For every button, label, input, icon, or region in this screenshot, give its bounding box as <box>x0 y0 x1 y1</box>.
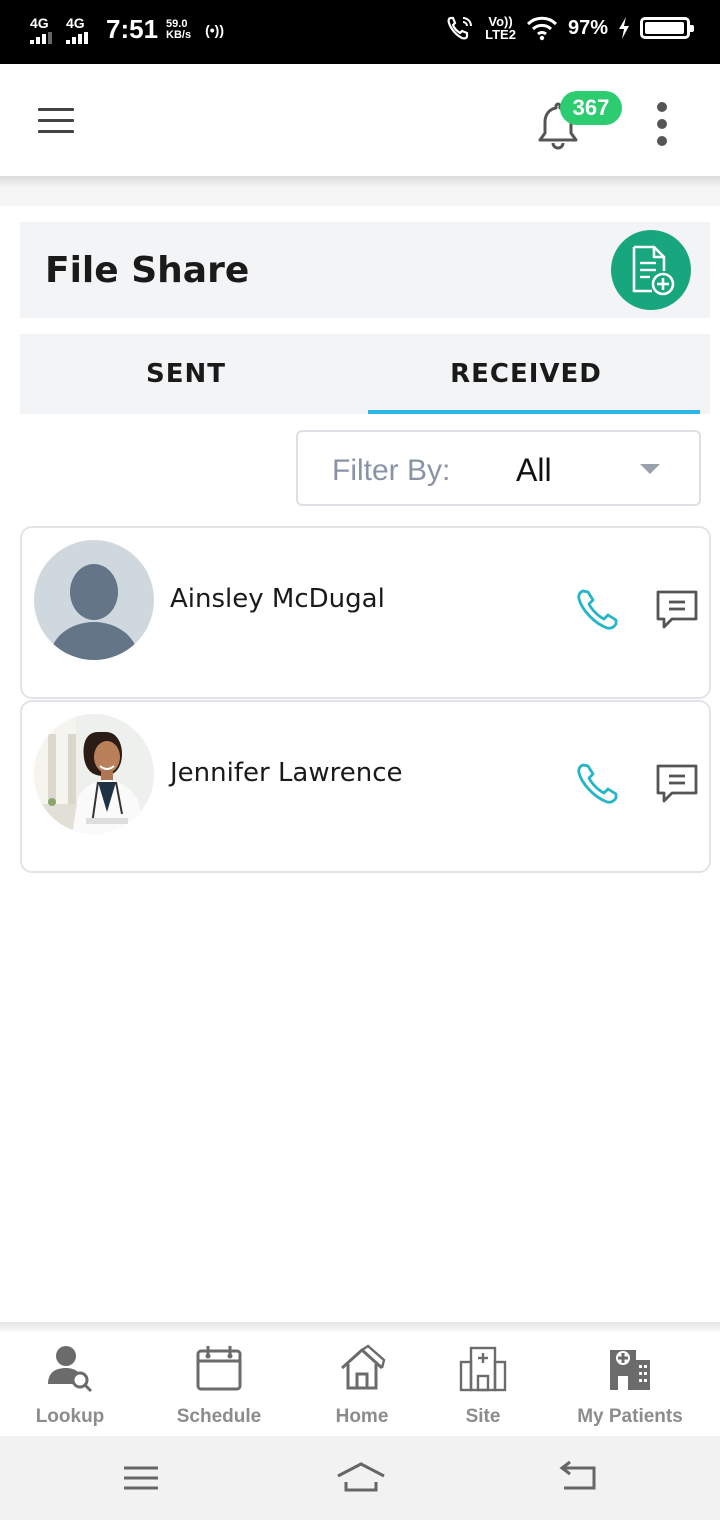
tab-received[interactable]: RECEIVED <box>352 334 700 414</box>
filter-dropdown[interactable]: Filter By: All <box>296 430 701 506</box>
contact-card[interactable]: Ainsley McDugal <box>20 526 711 699</box>
nav-home[interactable]: Home <box>330 1344 394 1428</box>
recent-apps-icon[interactable] <box>120 1458 162 1498</box>
home-icon <box>340 1344 386 1390</box>
add-document-icon <box>632 245 675 296</box>
filter-value: All <box>516 452 552 488</box>
tab-bar: SENT RECEIVED <box>20 334 710 414</box>
hospital-building-icon <box>459 1346 507 1392</box>
message-icon[interactable] <box>654 588 700 632</box>
speed-unit: KB/s <box>166 28 192 41</box>
network-type-2: 4G <box>66 14 85 31</box>
message-icon[interactable] <box>654 762 700 806</box>
phone-icon[interactable] <box>574 586 622 634</box>
default-avatar-icon <box>34 540 154 660</box>
divider <box>0 1322 720 1332</box>
bottom-navigation: Lookup Schedule Home Site My Patients <box>0 1332 720 1436</box>
calendar-icon <box>196 1346 242 1391</box>
signal-strength-1: 4G <box>30 16 58 44</box>
status-bar: 4G 4G 7:51 59.0 KB/s (•)) Vo)) LTE2 97% <box>0 0 720 64</box>
wifi-icon <box>526 16 558 41</box>
volte-indicator: Vo)) LTE2 <box>485 15 516 41</box>
charging-icon <box>619 17 629 39</box>
speed-value: 59.0 <box>166 17 188 30</box>
volte-bottom: LTE2 <box>485 27 516 42</box>
nav-lookup[interactable]: Lookup <box>30 1344 110 1428</box>
home-nav-icon[interactable] <box>336 1458 386 1498</box>
nav-label: Site <box>465 1406 501 1427</box>
tab-sent[interactable]: SENT <box>20 334 352 414</box>
clock: 7:51 <box>106 14 159 44</box>
chevron-down-icon <box>640 464 660 474</box>
wifi-calling-icon <box>447 16 473 40</box>
contact-card[interactable]: Jennifer Lawrence <box>20 700 711 873</box>
network-speed: 59.0 KB/s <box>166 17 192 41</box>
contact-name: Ainsley McDugal <box>170 584 385 614</box>
network-type-1: 4G <box>30 14 49 31</box>
signal-strength-2: 4G <box>66 16 94 44</box>
back-icon[interactable] <box>558 1458 600 1498</box>
nav-schedule[interactable]: Schedule <box>172 1344 266 1428</box>
nav-label: Lookup <box>35 1406 105 1427</box>
user-search-icon <box>48 1346 93 1392</box>
nav-label: My Patients <box>577 1406 683 1427</box>
menu-icon[interactable] <box>38 108 74 134</box>
notification-badge: 367 <box>560 91 622 125</box>
nav-label: Home <box>335 1406 389 1427</box>
battery-percent: 97% <box>567 16 608 39</box>
battery-icon <box>640 17 694 39</box>
add-file-button[interactable] <box>611 230 691 310</box>
system-navigation-bar <box>0 1436 720 1520</box>
doctor-photo <box>34 714 154 834</box>
divider <box>0 176 720 206</box>
contact-name: Jennifer Lawrence <box>170 758 403 788</box>
filter-label: Filter By: <box>332 454 451 487</box>
phone-icon[interactable] <box>574 760 622 808</box>
nav-label: Schedule <box>176 1406 262 1427</box>
nav-site[interactable]: Site <box>458 1344 508 1428</box>
hotspot-icon: (•)) <box>205 21 224 38</box>
nav-my-patients[interactable]: My Patients <box>572 1344 688 1428</box>
title-card: File Share <box>20 222 710 318</box>
more-options-icon[interactable] <box>654 102 670 146</box>
hospital-icon <box>610 1350 650 1390</box>
page-title: File Share <box>45 250 250 291</box>
